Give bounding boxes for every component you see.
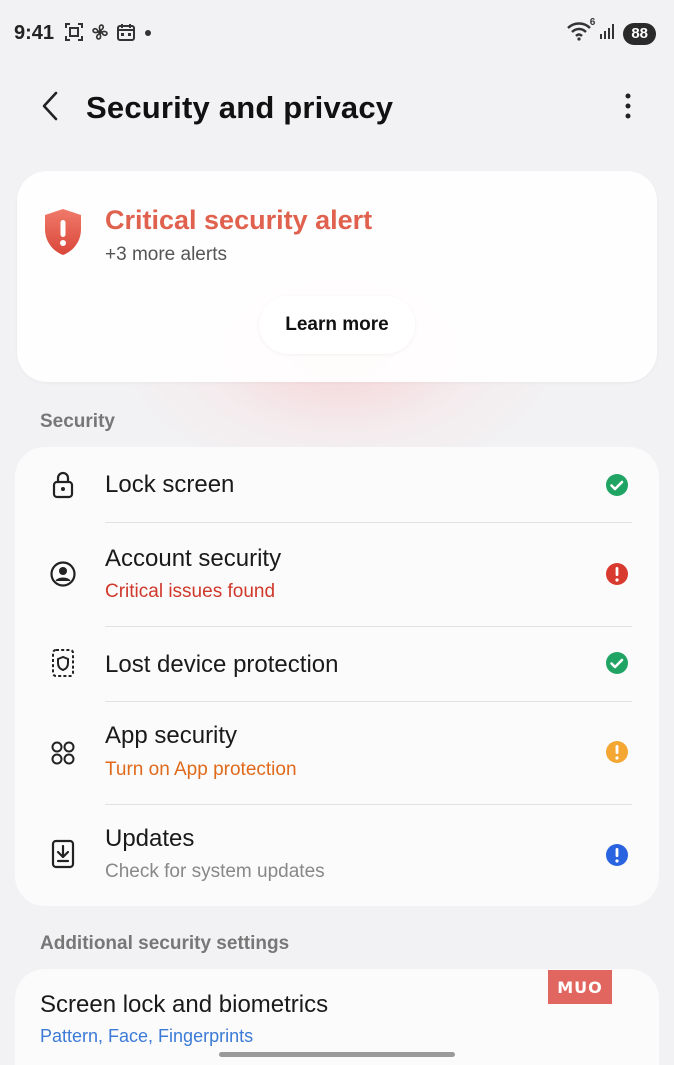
wifi-sup-label: 6 bbox=[589, 17, 596, 28]
signal-icon bbox=[599, 22, 617, 45]
status-bar: 9:41 6 88 bbox=[0, 0, 674, 66]
notification-icons bbox=[64, 22, 154, 42]
status-right: 6 88 bbox=[567, 17, 656, 46]
alert-subtitle: +3 more alerts bbox=[105, 244, 227, 265]
section-label-additional: Additional security settings bbox=[40, 933, 290, 954]
list-item-subtitle: Critical issues found bbox=[105, 581, 276, 602]
info-circle-icon bbox=[605, 843, 629, 867]
lock-icon bbox=[49, 471, 77, 499]
app-header: Security and privacy bbox=[0, 70, 674, 150]
list-item-title: Lost device protection bbox=[105, 651, 339, 678]
check-circle-icon bbox=[605, 473, 629, 497]
error-circle-icon bbox=[605, 562, 629, 586]
alert-title: Critical security alert bbox=[105, 205, 373, 235]
warning-circle-icon bbox=[605, 740, 629, 764]
status-time: 9:41 bbox=[14, 22, 55, 44]
more-options-button[interactable] bbox=[616, 90, 640, 126]
list-item-updates[interactable]: Updates Check for system updates bbox=[15, 805, 659, 906]
list-item-title: Updates bbox=[105, 825, 195, 852]
calendar-icon bbox=[116, 22, 136, 42]
screenshot-icon bbox=[64, 22, 84, 42]
learn-more-button[interactable]: Learn more bbox=[259, 296, 415, 354]
list-item-app-security[interactable]: App security Turn on App protection bbox=[15, 702, 659, 805]
list-item-subtitle: Pattern, Face, Fingerprints bbox=[40, 1026, 254, 1046]
list-item-title: Lock screen bbox=[105, 471, 235, 498]
fan-icon bbox=[90, 22, 110, 42]
more-vertical-icon bbox=[625, 93, 631, 124]
page-title: Security and privacy bbox=[86, 90, 394, 125]
apps-grid-icon bbox=[49, 739, 77, 767]
list-item-title: App security bbox=[105, 722, 238, 749]
list-item-subtitle: Check for system updates bbox=[105, 861, 325, 882]
list-item-subtitle: Turn on App protection bbox=[105, 759, 297, 780]
list-item-lost-device-protection[interactable]: Lost device protection bbox=[15, 627, 659, 702]
screen: 9:41 6 88 Security and privacy Critical … bbox=[0, 0, 674, 1065]
list-item-account-security[interactable]: Account security Critical issues found bbox=[15, 523, 659, 627]
chevron-left-icon bbox=[40, 91, 60, 126]
list-item-title: Screen lock and biometrics bbox=[40, 991, 329, 1018]
list-item-lock-screen[interactable]: Lock screen bbox=[15, 447, 659, 523]
home-indicator[interactable] bbox=[219, 1052, 455, 1057]
check-circle-icon bbox=[605, 651, 629, 675]
section-label-security: Security bbox=[40, 411, 115, 432]
muo-watermark-logo: MUO bbox=[548, 970, 612, 1004]
battery-badge: 88 bbox=[623, 22, 656, 45]
security-list: Lock screen Account security Critical is… bbox=[15, 447, 659, 906]
back-button[interactable] bbox=[30, 88, 70, 128]
security-alert-card[interactable]: Critical security alert +3 more alerts L… bbox=[17, 171, 657, 382]
wifi-icon: 6 bbox=[567, 17, 595, 46]
list-item-title: Account security bbox=[105, 545, 282, 572]
shield-alert-icon bbox=[41, 207, 85, 262]
account-circle-icon bbox=[49, 560, 77, 588]
dot-icon bbox=[142, 22, 154, 42]
download-box-icon bbox=[49, 839, 77, 869]
device-shield-icon bbox=[49, 649, 77, 677]
